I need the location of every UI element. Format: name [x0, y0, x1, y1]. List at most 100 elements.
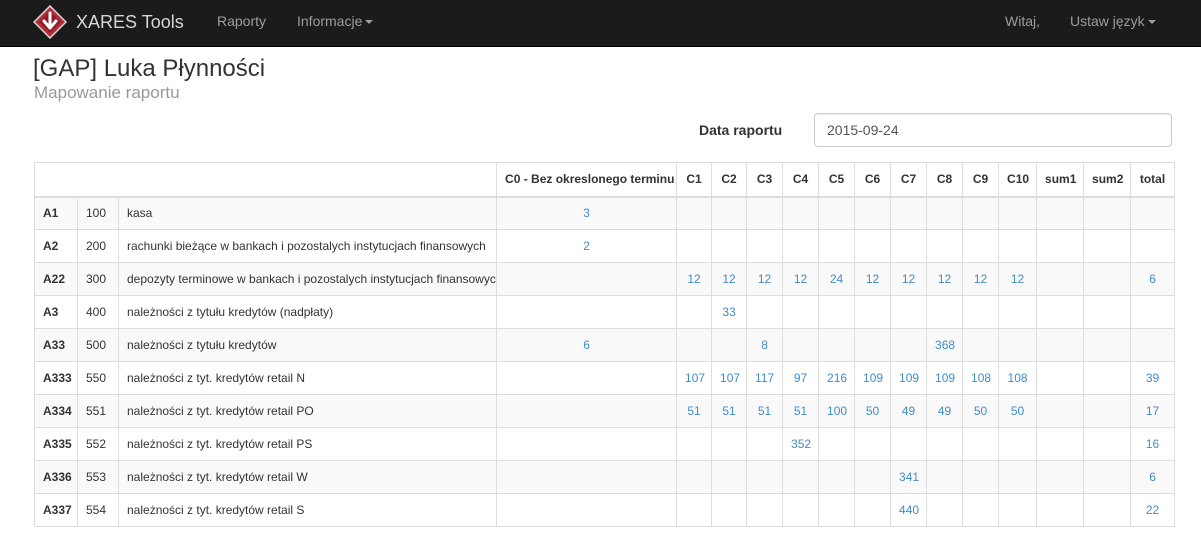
column-header: C6	[854, 162, 892, 198]
value-link[interactable]: 3	[583, 206, 590, 220]
value-link[interactable]: 50	[974, 404, 987, 418]
value-cell	[890, 427, 928, 461]
nav-raporty[interactable]: Raporty	[217, 0, 266, 46]
value-link[interactable]: 6	[583, 338, 590, 352]
value-cell	[962, 328, 1000, 362]
value-link[interactable]: 50	[866, 404, 879, 418]
value-link[interactable]: 352	[791, 437, 811, 451]
brand-link[interactable]: XARES Tools	[33, 5, 184, 39]
report-date-input[interactable]	[814, 113, 1172, 147]
row-number: 500	[77, 328, 119, 362]
value-cell: 50	[854, 394, 892, 428]
value-cell	[1036, 295, 1085, 329]
value-link[interactable]: 12	[794, 272, 807, 286]
row-code: A334	[34, 394, 78, 428]
value-cell	[1083, 427, 1132, 461]
value-cell	[676, 427, 713, 461]
value-link[interactable]: 2	[583, 239, 590, 253]
value-cell	[890, 328, 928, 362]
value-cell	[782, 460, 820, 494]
value-cell	[676, 328, 713, 362]
value-link[interactable]: 51	[722, 404, 735, 418]
value-cell	[746, 295, 784, 329]
value-link[interactable]: 8	[761, 338, 768, 352]
table-row: A22 300 depozyty terminowe w bankach i poz…	[34, 262, 1176, 296]
row-code: A22	[34, 262, 78, 296]
nav-informacje-label: Informacje	[297, 13, 363, 29]
value-cell: 107	[711, 361, 748, 395]
value-cell	[1130, 328, 1176, 362]
value-cell	[854, 328, 892, 362]
value-link[interactable]: 39	[1146, 371, 1159, 385]
value-link[interactable]: 12	[758, 272, 771, 286]
value-link[interactable]: 12	[722, 272, 735, 286]
value-link[interactable]: 51	[758, 404, 771, 418]
value-link[interactable]: 33	[722, 305, 735, 319]
chevron-down-icon	[365, 20, 374, 25]
value-link[interactable]: 50	[1011, 404, 1024, 418]
value-cell	[496, 460, 678, 494]
value-link[interactable]: 17	[1146, 404, 1159, 418]
row-name: depozyty terminowe w bankach i pozostaly…	[117, 262, 498, 296]
row-name: należności z tyt. kredytów retail PS	[117, 427, 498, 461]
table-row: A333 550 należności z tyt. kredytów retail…	[34, 361, 1176, 395]
value-cell: 24	[818, 262, 856, 296]
value-cell: 100	[818, 394, 856, 428]
value-link[interactable]: 107	[720, 371, 740, 385]
value-link[interactable]: 100	[827, 404, 847, 418]
value-cell: 6	[1130, 460, 1176, 494]
value-link[interactable]: 440	[899, 503, 919, 517]
value-link[interactable]: 12	[1011, 272, 1024, 286]
value-cell	[746, 460, 784, 494]
value-link[interactable]: 341	[899, 470, 919, 484]
value-link[interactable]: 6	[1149, 470, 1156, 484]
date-label: Data raportu	[699, 122, 783, 138]
column-header: sum1	[1036, 162, 1085, 198]
value-link[interactable]: 12	[902, 272, 915, 286]
value-cell	[746, 196, 784, 230]
value-link[interactable]: 12	[938, 272, 951, 286]
value-link[interactable]: 16	[1146, 437, 1159, 451]
value-link[interactable]: 109	[863, 371, 883, 385]
value-link[interactable]: 22	[1146, 503, 1159, 517]
column-header: C0 - Bez okreslonego terminu	[496, 162, 678, 198]
value-link[interactable]: 107	[685, 371, 705, 385]
value-link[interactable]: 51	[687, 404, 700, 418]
table-row: A3 400 należności z tytułu kredytów (nadpł…	[34, 295, 1176, 329]
value-cell: 39	[1130, 361, 1176, 395]
value-cell	[1036, 262, 1085, 296]
value-link[interactable]: 368	[935, 338, 955, 352]
value-cell	[1083, 229, 1132, 263]
value-link[interactable]: 109	[899, 371, 919, 385]
nav-informacje[interactable]: Informacje	[297, 0, 374, 46]
value-cell	[962, 196, 1000, 230]
column-header: C5	[818, 162, 856, 198]
value-cell: 12	[711, 262, 748, 296]
value-link[interactable]: 12	[687, 272, 700, 286]
table-row: A2 200 rachunki bieżące w bankach i pozost…	[34, 229, 1176, 263]
value-link[interactable]: 12	[974, 272, 987, 286]
value-cell	[1083, 493, 1132, 527]
top-navbar: XARES Tools Raporty Informacje Witaj, Us…	[0, 0, 1201, 47]
column-header: C3	[746, 162, 784, 198]
value-link[interactable]: 109	[935, 371, 955, 385]
language-label: Ustaw język	[1070, 13, 1145, 29]
nav-language[interactable]: Ustaw język	[1070, 0, 1156, 46]
value-link[interactable]: 49	[938, 404, 951, 418]
value-link[interactable]: 97	[794, 371, 807, 385]
row-number: 100	[77, 196, 119, 230]
value-cell	[854, 493, 892, 527]
value-cell	[782, 295, 820, 329]
value-link[interactable]: 117	[755, 371, 774, 385]
value-link[interactable]: 49	[902, 404, 915, 418]
value-cell	[998, 427, 1038, 461]
value-link[interactable]: 108	[971, 371, 991, 385]
value-link[interactable]: 108	[1008, 371, 1028, 385]
value-link[interactable]: 6	[1149, 272, 1156, 286]
value-link[interactable]: 51	[794, 404, 807, 418]
value-link[interactable]: 24	[830, 272, 843, 286]
value-cell: 109	[926, 361, 964, 395]
value-cell	[746, 229, 784, 263]
value-link[interactable]: 12	[866, 272, 879, 286]
value-link[interactable]: 216	[827, 371, 847, 385]
